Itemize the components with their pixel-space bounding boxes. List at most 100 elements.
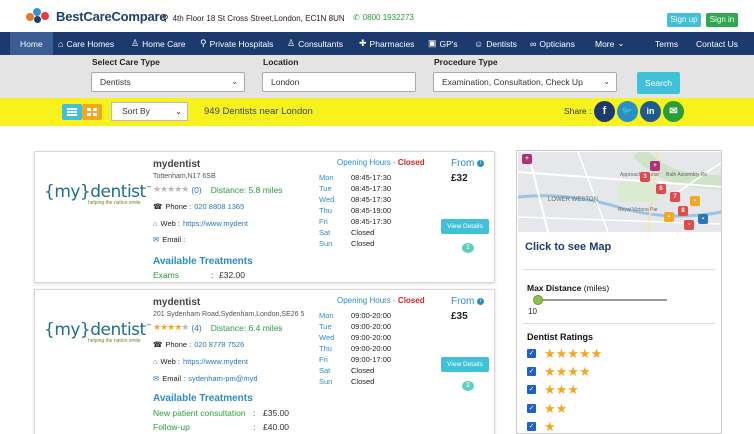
rating-filter-4[interactable]: ✓ ★★★★ [527, 365, 591, 378]
price-from: From i [451, 158, 485, 169]
view-details-button[interactable]: View Details [441, 357, 489, 372]
hours-day: Fri [319, 355, 328, 364]
hours-time: Closed [351, 366, 375, 375]
checkbox-checked-icon[interactable]: ✓ [527, 367, 536, 376]
nav-more-label: More [595, 38, 615, 49]
logo-text: {my}dentist [44, 182, 146, 202]
map-pin-icon[interactable]: 3 [640, 172, 650, 182]
info-icon[interactable]: i [477, 159, 485, 167]
opening-status: Closed [397, 296, 425, 305]
from-label: From [451, 158, 475, 169]
listing-name[interactable]: mydentist [153, 159, 200, 170]
phone-number[interactable]: 020 8778 7526 [194, 340, 244, 349]
procedure-select[interactable]: Examination, Consultation, Check Up ⌄ [433, 72, 617, 92]
signup-button[interactable]: Sign up [667, 13, 701, 27]
logo-tm: ™ [145, 185, 152, 193]
map-pin-icon[interactable]: ▪ [698, 214, 708, 224]
rating-filter-2[interactable]: ✓ ★★ [527, 402, 567, 415]
map-pin-icon[interactable]: 8 [678, 206, 688, 216]
nav-contact-label: Contact Us [696, 38, 739, 49]
email-link[interactable]: sydenham-pm@myd [188, 374, 257, 383]
header-phone[interactable]: ✆ 0800 1932273 [353, 13, 414, 22]
opening-hours-label: Opening Hours - [337, 158, 398, 167]
nav-care-homes[interactable]: ⌂ Care Homes [58, 32, 114, 55]
treatment-sep: : [253, 422, 256, 432]
nav-home[interactable]: Home [10, 32, 53, 55]
linkedin-icon[interactable]: in [640, 101, 661, 122]
distance-slider-handle[interactable] [533, 295, 543, 305]
listing-logo[interactable]: {my}dentist™ helping the nation smile [44, 182, 152, 222]
chevron-down-icon: ⌄ [175, 107, 182, 116]
grid-view-button[interactable] [82, 104, 102, 120]
map-pin-icon[interactable]: + [650, 161, 660, 171]
rating-filter-3[interactable]: ✓ ★★★ [527, 383, 579, 396]
chevron-down-icon: ⌄ [231, 77, 238, 86]
listing-logo[interactable]: {my}dentist™ helping the nation smile [44, 320, 152, 360]
logo-tm: ™ [145, 323, 152, 331]
map-pin-icon[interactable]: 6 [656, 184, 666, 194]
web-link[interactable]: https://www.mydent [183, 219, 248, 228]
rating-filter-5[interactable]: ✓ ★★★★★ [527, 347, 602, 360]
rating-count[interactable]: (4) [191, 323, 201, 333]
map-preview[interactable]: LOWER WESTON Bath Assembly Ro Royal Vict… [518, 152, 721, 232]
nav-more[interactable]: More ⌄ [595, 32, 625, 55]
hours-row: Thu 08:45-19:00 [319, 206, 391, 215]
map-pin-icon[interactable]: 7 [670, 192, 680, 202]
twitter-icon[interactable]: 🐦 [617, 101, 638, 122]
hours-time: Closed [351, 228, 375, 237]
care-type-select[interactable]: Dentists ⌄ [91, 72, 245, 92]
opening-hours-title: Opening Hours - Closed [337, 158, 425, 167]
checkbox-checked-icon[interactable]: ✓ [527, 385, 536, 394]
list-view-button[interactable] [62, 104, 82, 120]
map-pin-icon[interactable]: ▪ [684, 220, 694, 230]
view-details-button[interactable]: View Details [441, 219, 489, 234]
facebook-icon[interactable]: f [594, 101, 615, 122]
brand-logo[interactable]: BestCareCompare [26, 8, 167, 24]
listing-number-badge: 1 [462, 243, 474, 253]
hours-time: 08:45-17:30 [351, 184, 392, 193]
nav-private-hospitals[interactable]: ⚲ Private Hospitals [200, 32, 273, 55]
listing-distance: Distance: 6.4 miles [210, 322, 283, 333]
email-icon[interactable]: ✉ [663, 101, 684, 122]
logo-text: {my}dentist [44, 320, 146, 340]
nav-gps[interactable]: ▣ GP's [428, 32, 458, 55]
map-label: LOWER WESTON [548, 197, 598, 203]
listing-name[interactable]: mydentist [153, 297, 200, 308]
rating-count[interactable]: (0) [191, 185, 201, 195]
nav-consultants[interactable]: ♙ Consultants [287, 32, 343, 55]
from-label: From [451, 296, 475, 307]
sort-by-select[interactable]: Sort By ⌄ [111, 102, 188, 121]
nav-pharmacies[interactable]: ✚ Pharmacies [359, 32, 414, 55]
chevron-down-icon: ⌄ [617, 38, 625, 48]
checkbox-checked-icon[interactable]: ✓ [527, 349, 536, 358]
treatment-name: Follow-up [153, 422, 190, 432]
checkbox-checked-icon[interactable]: ✓ [527, 404, 536, 413]
rating-filter-1[interactable]: ✓ ★ [527, 420, 556, 433]
phone-icon: ☎ [153, 340, 163, 349]
care-type-label: Select Care Type [92, 57, 160, 67]
nav-opticians[interactable]: ∞ Opticians [530, 32, 575, 55]
rating-filter-stars: ★ [544, 419, 556, 434]
signin-button[interactable]: Sign in [706, 13, 738, 27]
map-pin-icon[interactable]: ▪ [664, 212, 674, 222]
location-label: Location [263, 57, 299, 67]
nav-dentists[interactable]: ☺ Dentists [474, 32, 517, 55]
map-pin-icon[interactable]: ▪ [690, 196, 700, 206]
phone-icon: ✆ [353, 13, 360, 22]
nav-contact[interactable]: Contact Us [696, 32, 738, 55]
hours-day: Mon [319, 173, 334, 182]
location-input[interactable]: London [262, 72, 416, 92]
phone-number[interactable]: 020 8808 1365 [194, 202, 244, 211]
nav-home-care[interactable]: ♙ Home Care [131, 32, 186, 55]
distance-slider-track[interactable] [537, 299, 667, 301]
envelope-icon: ✉ [153, 374, 160, 383]
search-button[interactable]: Search [637, 72, 680, 94]
see-map-link[interactable]: Click to see Map [525, 241, 611, 253]
nav-gps-label: GP's [439, 38, 458, 49]
map-label: Bath Assembly Ro [666, 172, 707, 178]
info-icon[interactable]: i [477, 297, 485, 305]
nav-terms[interactable]: Terms [655, 32, 678, 55]
checkbox-checked-icon[interactable]: ✓ [527, 422, 536, 431]
web-link[interactable]: https://www.mydent [183, 357, 248, 366]
map-pin-icon[interactable]: + [522, 154, 532, 164]
